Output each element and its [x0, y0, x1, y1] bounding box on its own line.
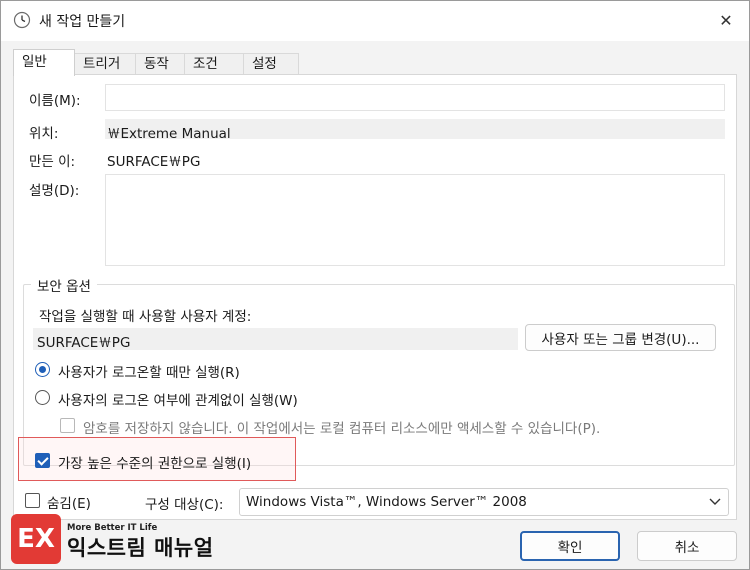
account-prompt: 작업을 실행할 때 사용할 사용자 계정: [39, 309, 252, 325]
description-label: 설명(D): [29, 183, 80, 199]
location-label: 위치: [29, 126, 59, 142]
brand-name: 익스트림 매뉴얼 [67, 536, 214, 560]
brand-logo-icon: EX [11, 514, 61, 564]
security-options-title: 보안 옵션 [31, 275, 97, 295]
configure-for-label: 구성 대상(C): [145, 497, 224, 513]
window-title: 새 작업 만들기 [39, 14, 126, 30]
hidden-checkbox[interactable] [25, 493, 40, 508]
run-logged-on-radio[interactable] [35, 362, 50, 377]
close-icon: ✕ [719, 10, 733, 30]
run-regardless-label: 사용자의 로그온 여부에 관계없이 실행(W) [58, 393, 298, 409]
tab-conditions[interactable]: 조건 [184, 53, 244, 75]
logo-text: EX [17, 524, 55, 554]
hidden-label: 숨김(E) [47, 496, 91, 512]
run-regardless-radio[interactable] [35, 390, 50, 405]
run-logged-on-label: 사용자가 로그온할 때만 실행(R) [58, 365, 240, 381]
configure-for-dropdown[interactable]: Windows Vista™, Windows Server™ 2008 [239, 488, 729, 516]
clock-icon [13, 11, 31, 29]
no-store-password-label: 암호를 저장하지 않습니다. 이 작업에서는 로컬 컴퓨터 리소스에만 액세스할… [83, 421, 601, 437]
tab-actions[interactable]: 동작 [135, 53, 185, 75]
close-button[interactable]: ✕ [703, 1, 749, 39]
chevron-down-icon [708, 494, 722, 508]
ok-button[interactable]: 확인 [520, 531, 620, 561]
tab-triggers[interactable]: 트리거 [74, 53, 136, 75]
location-value: ￦Extreme Manual [107, 126, 231, 142]
name-label: 이름(M): [29, 93, 81, 109]
author-label: 만든 이: [29, 154, 76, 170]
account-value: SURFACE￦PG [37, 335, 131, 351]
tab-general[interactable]: 일반 [13, 49, 75, 76]
no-store-password-checkbox[interactable] [60, 418, 75, 433]
change-user-group-button[interactable]: 사용자 또는 그룹 변경(U)... [525, 324, 716, 351]
task-dialog-window: 새 작업 만들기 ✕ 일반 트리거 동작 조건 설정 이름(M): 위치: ￦E… [0, 0, 750, 570]
name-input[interactable] [105, 84, 725, 111]
tab-settings[interactable]: 설정 [243, 53, 299, 75]
cancel-button[interactable]: 취소 [637, 531, 737, 561]
highest-privileges-checkbox[interactable] [35, 453, 50, 468]
configure-for-value: Windows Vista™, Windows Server™ 2008 [246, 494, 527, 510]
highest-privileges-label: 가장 높은 수준의 권한으로 실행(I) [58, 456, 252, 472]
author-value: SURFACE￦PG [107, 154, 201, 170]
description-textarea[interactable] [105, 174, 725, 266]
title-bar: 새 작업 만들기 ✕ [1, 1, 749, 41]
